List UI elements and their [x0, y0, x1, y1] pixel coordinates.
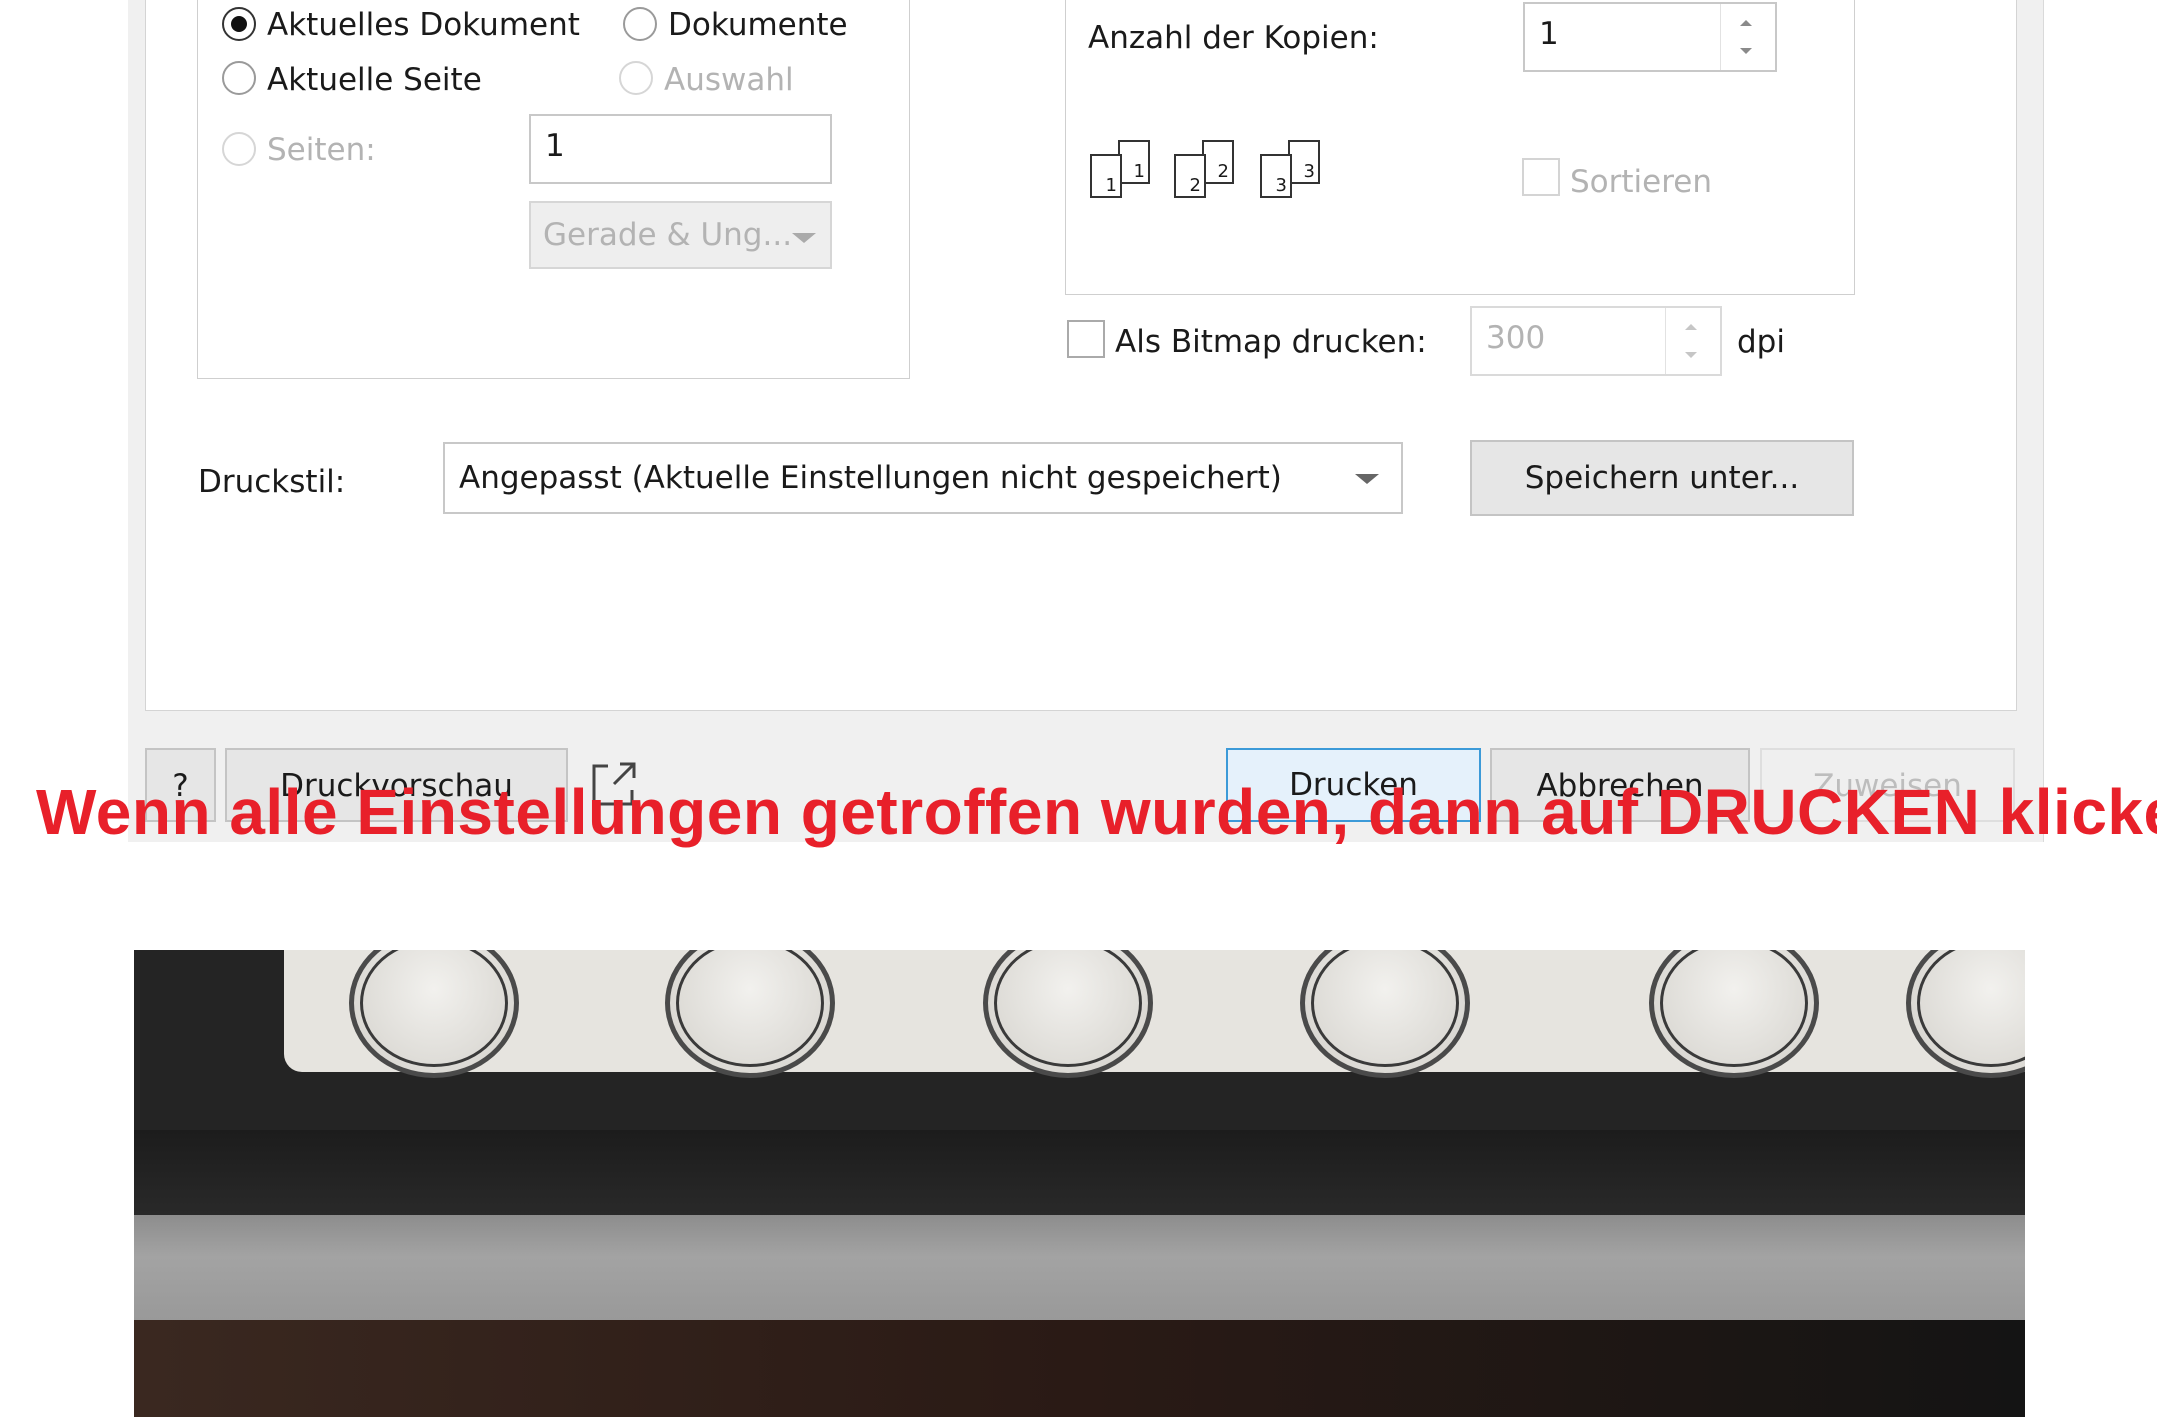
collate-sheet-back-3: 3	[1288, 140, 1320, 184]
dpi-unit-label: dpi	[1737, 324, 1785, 360]
print-range-group	[197, 0, 910, 379]
copies-label: Anzahl der Kopien:	[1088, 20, 1379, 56]
printer-lower-body	[134, 1320, 2025, 1417]
radio-current-document[interactable]	[222, 7, 256, 41]
save-as-label: Speichern unter...	[1524, 460, 1800, 496]
instruction-banner: Wenn alle Einstellungen getroffen wurden…	[36, 776, 2157, 848]
save-as-button[interactable]: Speichern unter...	[1470, 440, 1854, 516]
spin-down-icon[interactable]	[1740, 48, 1752, 54]
radio-selection[interactable]	[619, 61, 653, 95]
chevron-down-icon	[792, 233, 816, 243]
chevron-down-icon	[1355, 474, 1379, 484]
spin-up-icon[interactable]	[1740, 20, 1752, 26]
collate-sheet-back-1: 1	[1118, 140, 1150, 184]
pages-input[interactable]: 1	[529, 114, 832, 184]
even-odd-value: Gerade & Ung...	[543, 217, 793, 253]
copies-value: 1	[1539, 16, 1559, 52]
spin-down-icon[interactable]	[1685, 352, 1697, 358]
copies-stepper[interactable]: 1	[1523, 2, 1777, 72]
radio-documents[interactable]	[623, 7, 657, 41]
dpi-spin-buttons[interactable]	[1665, 308, 1720, 374]
printer-dark-rail	[134, 1130, 2025, 1220]
even-odd-select[interactable]: Gerade & Ung...	[529, 201, 832, 269]
collate-checkbox[interactable]	[1522, 158, 1560, 196]
bitmap-checkbox[interactable]	[1067, 320, 1105, 358]
collate-sheet-back-2: 2	[1202, 140, 1234, 184]
bitmap-dpi-value: 300	[1486, 320, 1546, 356]
pages-input-value: 1	[545, 128, 565, 164]
bitmap-dpi-stepper[interactable]: 300	[1470, 306, 1722, 376]
radio-selection-label[interactable]: Auswahl	[664, 60, 794, 100]
radio-pages[interactable]	[222, 132, 256, 166]
copies-spin-buttons[interactable]	[1720, 4, 1775, 70]
radio-current-page-label[interactable]: Aktuelle Seite	[267, 60, 482, 100]
print-style-label: Druckstil:	[198, 464, 346, 500]
radio-documents-label[interactable]: Dokumente	[668, 5, 848, 45]
radio-current-page[interactable]	[222, 61, 256, 95]
spin-up-icon[interactable]	[1685, 324, 1697, 330]
printer-grey-panel	[134, 1215, 2025, 1320]
print-style-value: Angepasst (Aktuelle Einstellungen nicht …	[459, 460, 1282, 496]
collate-pages-icon: 1 1 2 2 3 3	[1088, 138, 1338, 218]
collate-sheet-front-3: 3	[1260, 154, 1292, 198]
print-style-select[interactable]: Angepasst (Aktuelle Einstellungen nicht …	[443, 442, 1403, 514]
radio-current-document-label[interactable]: Aktuelles Dokument	[267, 5, 580, 45]
collate-sheet-front-1: 1	[1090, 154, 1122, 198]
bitmap-label[interactable]: Als Bitmap drucken:	[1115, 322, 1427, 362]
collate-sheet-front-2: 2	[1174, 154, 1206, 198]
radio-pages-label[interactable]: Seiten:	[267, 130, 376, 170]
collate-label[interactable]: Sortieren	[1570, 162, 1712, 202]
printer-photo	[134, 950, 2025, 1417]
